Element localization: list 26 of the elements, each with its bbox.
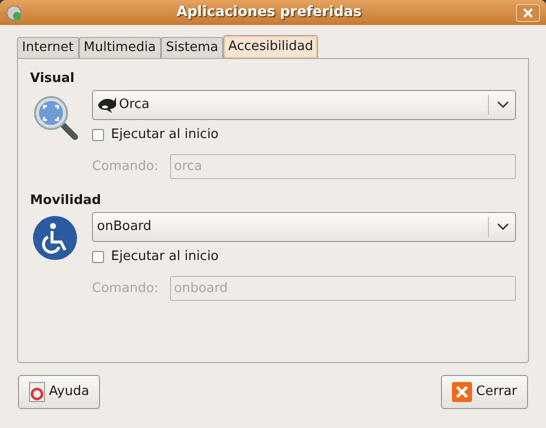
close-icon[interactable] — [516, 4, 540, 22]
section-heading: Movilidad — [30, 192, 102, 209]
app-icon — [6, 4, 22, 20]
tab[interactable]: Multimedia — [78, 37, 161, 58]
checkbox[interactable] — [92, 251, 104, 263]
run-at-start-checkbox[interactable]: Ejecutar al inicio — [92, 244, 516, 270]
tab[interactable]: Sistema — [160, 37, 224, 58]
lifebuoy-icon — [29, 382, 45, 402]
run-at-start-checkbox[interactable]: Ejecutar al inicio — [92, 122, 516, 148]
wheelchair-icon — [32, 215, 78, 261]
chevron-icon — [497, 223, 509, 231]
close-button[interactable]: Cerrar — [441, 375, 528, 409]
magnifier-icon — [31, 93, 79, 141]
tab[interactable]: Accesibilidad — [223, 35, 318, 58]
chevron-icon — [497, 101, 509, 109]
application-dropdown[interactable]: onBoard — [92, 212, 516, 242]
application-dropdown[interactable]: Orca — [92, 90, 516, 120]
command-label: Comando: — [92, 280, 160, 298]
close-x-icon — [452, 382, 472, 402]
orca-icon — [97, 96, 117, 114]
section-heading: Visual — [30, 70, 76, 87]
checkbox[interactable] — [92, 129, 104, 141]
window-title: Aplicaciones preferidas — [175, 3, 363, 22]
tab[interactable]: Internet — [17, 37, 79, 58]
help-button[interactable]: Ayuda — [18, 375, 100, 409]
command-label: Comando: — [92, 158, 160, 176]
